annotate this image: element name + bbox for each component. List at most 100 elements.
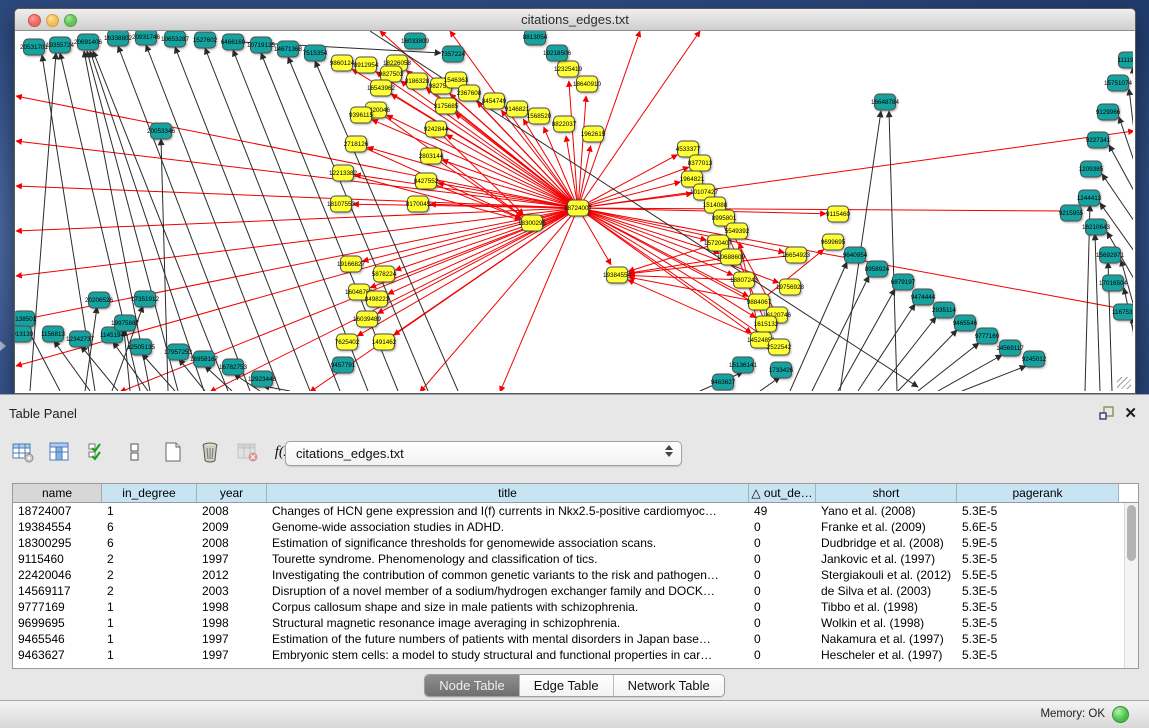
table-cell[interactable]: 0 [749,519,816,535]
graph-edge[interactable] [898,330,957,391]
table-cell[interactable]: Genome-wide association studies in ADHD. [267,519,749,535]
graph-edge[interactable] [372,120,578,208]
table-cell[interactable]: 5.9E-5 [957,535,1119,551]
table-settings-icon[interactable] [10,439,36,465]
graph-edge[interactable] [578,194,692,208]
graph-edge[interactable] [938,355,1002,391]
table-cell[interactable]: Nakamura et al. (1997) [816,631,957,647]
table-cell[interactable]: Dudbridge et al. (2008) [816,535,957,551]
table-cell[interactable]: 0 [749,599,816,615]
graph-edge[interactable] [1109,145,1133,191]
table-row[interactable]: 1456911722003Disruption of a novel membe… [13,583,1138,599]
graph-edge[interactable] [578,131,1133,208]
table-cell[interactable]: 0 [749,535,816,551]
table-cell[interactable]: 18300295 [13,535,102,551]
tab-network-table[interactable]: Network Table [614,675,724,696]
table-row[interactable]: 1830029562008Estimation of significance … [13,535,1138,551]
table-cell[interactable]: 5.5E-5 [957,567,1119,583]
table-cell[interactable]: Tibbo et al. (1998) [816,599,957,615]
table-cell[interactable]: Structural magnetic resonance image aver… [267,615,749,631]
column-header-pagerank[interactable]: pagerank [957,484,1119,502]
table-row[interactable]: 911546021997Tourette syndrome. Phenomeno… [13,551,1138,567]
graph-edge[interactable] [858,304,915,391]
column-header-title[interactable]: title [267,484,749,502]
table-cell[interactable]: 5.3E-5 [957,503,1119,519]
graph-edge[interactable] [578,96,586,208]
table-cell[interactable]: 6 [102,535,197,551]
row-checklist-icon[interactable] [85,439,111,465]
table-cell[interactable]: 1997 [197,631,267,647]
table-cell[interactable]: 2008 [197,503,267,519]
table-cell[interactable]: 1 [102,503,197,519]
table-cell[interactable]: 1 [102,599,197,615]
table-cell[interactable]: 18724007 [13,503,102,519]
table-cell[interactable]: 2009 [197,519,267,535]
table-cell[interactable]: 1997 [197,647,267,663]
table-cell[interactable]: 0 [749,631,816,647]
graph-edge[interactable] [175,47,310,391]
table-cell[interactable]: 9465546 [13,631,102,647]
table-cell[interactable]: 1997 [197,551,267,567]
graph-edge[interactable] [812,276,869,391]
graph-edge[interactable] [210,208,578,391]
network-canvas[interactable]: 1872400718300295986012489129541822605898… [15,31,1133,391]
graph-edge[interactable] [205,48,340,391]
table-cell[interactable]: 5.3E-5 [957,551,1119,567]
table-row[interactable]: 2242004622012Investigating the contribut… [13,567,1138,583]
rows-icon[interactable] [122,439,148,465]
table-cell[interactable]: 1 [102,615,197,631]
table-cell[interactable]: Yano et al. (2008) [816,503,957,519]
table-cell[interactable]: 19384554 [13,519,102,535]
table-row[interactable]: 1938455462009Genome-wide association stu… [13,519,1138,535]
graph-edge[interactable] [85,307,97,391]
table-cell[interactable]: 5.3E-5 [957,599,1119,615]
table-cell[interactable]: 5.3E-5 [957,647,1119,663]
graph-edge[interactable] [918,343,979,391]
table-cell[interactable]: Investigating the contribution of common… [267,567,749,583]
table-cell[interactable]: 2003 [197,583,267,599]
table-cell[interactable]: 2012 [197,567,267,583]
graph-edge[interactable] [16,208,578,366]
table-cell[interactable]: 1998 [197,615,267,631]
graph-edge[interactable] [760,377,780,391]
table-cell[interactable]: 5.3E-5 [957,583,1119,599]
table-cell[interactable]: 9115460 [13,551,102,567]
vertical-scrollbar[interactable] [1124,503,1138,668]
table-cell[interactable]: 5.3E-5 [957,615,1119,631]
column-header-year[interactable]: year [197,484,267,502]
table-row[interactable]: 1872400712008Changes of HCN gene express… [13,503,1138,519]
window-resize-grip[interactable] [1117,377,1131,389]
table-cell[interactable]: de Silva et al. (2003) [816,583,957,599]
float-panel-icon[interactable] [1098,405,1115,422]
delete-entries-icon[interactable] [197,439,223,465]
table-cell[interactable]: Corpus callosum shape and size in male p… [267,599,749,615]
table-selector-dropdown[interactable]: citations_edges.txt [285,441,682,466]
table-row[interactable]: 969969511998Structural magnetic resonanc… [13,615,1138,631]
graph-edge[interactable] [962,366,1026,391]
table-cell[interactable]: 22420046 [13,567,102,583]
table-row[interactable]: 946362711997Embryonic stem cells: a mode… [13,647,1138,663]
table-cell[interactable]: 2 [102,583,197,599]
column-header-name[interactable]: name [13,484,102,502]
column-header-short[interactable]: short [816,484,957,502]
new-table-icon[interactable] [160,439,186,465]
graph-edge[interactable] [578,155,677,208]
graph-edge[interactable] [81,346,118,391]
table-cell[interactable]: 0 [749,567,816,583]
table-cell[interactable]: 14569117 [13,583,102,599]
table-cell[interactable]: 2008 [197,535,267,551]
scrollbar-thumb[interactable] [1127,505,1136,561]
table-cell[interactable]: 2 [102,567,197,583]
panel-collapse-arrow-icon[interactable] [0,341,6,351]
table-cell[interactable]: 9699695 [13,615,102,631]
table-cell[interactable]: Stergiakouli et al. (2012) [816,567,957,583]
table-cell[interactable]: 0 [749,615,816,631]
table-cell[interactable]: 1 [102,631,197,647]
table-cell[interactable]: 5.3E-5 [957,631,1119,647]
show-columns-icon[interactable] [47,439,73,465]
table-cell[interactable]: 2 [102,551,197,567]
tab-edge-table[interactable]: Edge Table [520,675,614,696]
graph-edge[interactable] [370,208,578,288]
table-cell[interactable]: Estimation of the future numbers of pati… [267,631,749,647]
column-header-out_de[interactable]: △ out_de… [749,484,816,502]
